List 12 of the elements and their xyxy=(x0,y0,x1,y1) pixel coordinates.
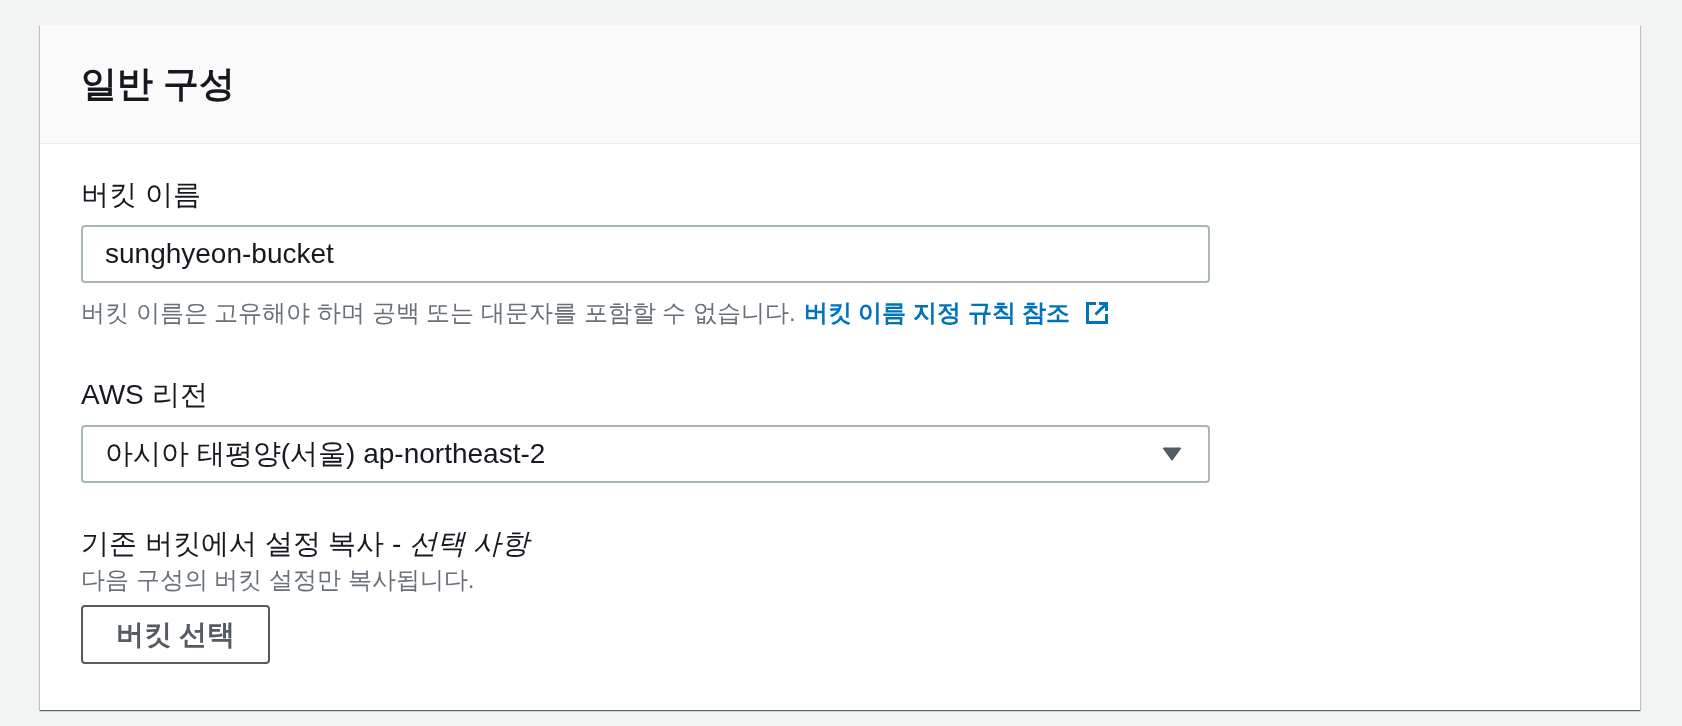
field-label: AWS 리전 xyxy=(81,378,209,412)
bucket-name-input[interactable]: sunghyeon-bucket xyxy=(81,225,1210,283)
naming-rules-link[interactable]: 버킷 이름 지정 규칙 참조 xyxy=(803,297,1111,329)
field-description: 다음 구성의 버킷 설정만 복사됩니다. xyxy=(81,565,476,595)
panel-title: 일반 구성 xyxy=(81,62,235,106)
help-text: 버킷 이름은 고유해야 하며 공백 또는 대문자를 포함할 수 없습니다. xyxy=(81,298,796,328)
region-select[interactable]: 아시아 태평양(서울) ap-northeast-2 xyxy=(81,425,1210,483)
external-link-icon xyxy=(1084,300,1111,326)
field-label: 기존 버킷에서 설정 복사 - 선택 사항 xyxy=(81,524,1599,564)
field-label: 버킷 이름 xyxy=(81,178,202,212)
choose-bucket-button[interactable]: 버킷 선택 xyxy=(81,605,270,664)
caret-down-icon xyxy=(1162,446,1182,462)
